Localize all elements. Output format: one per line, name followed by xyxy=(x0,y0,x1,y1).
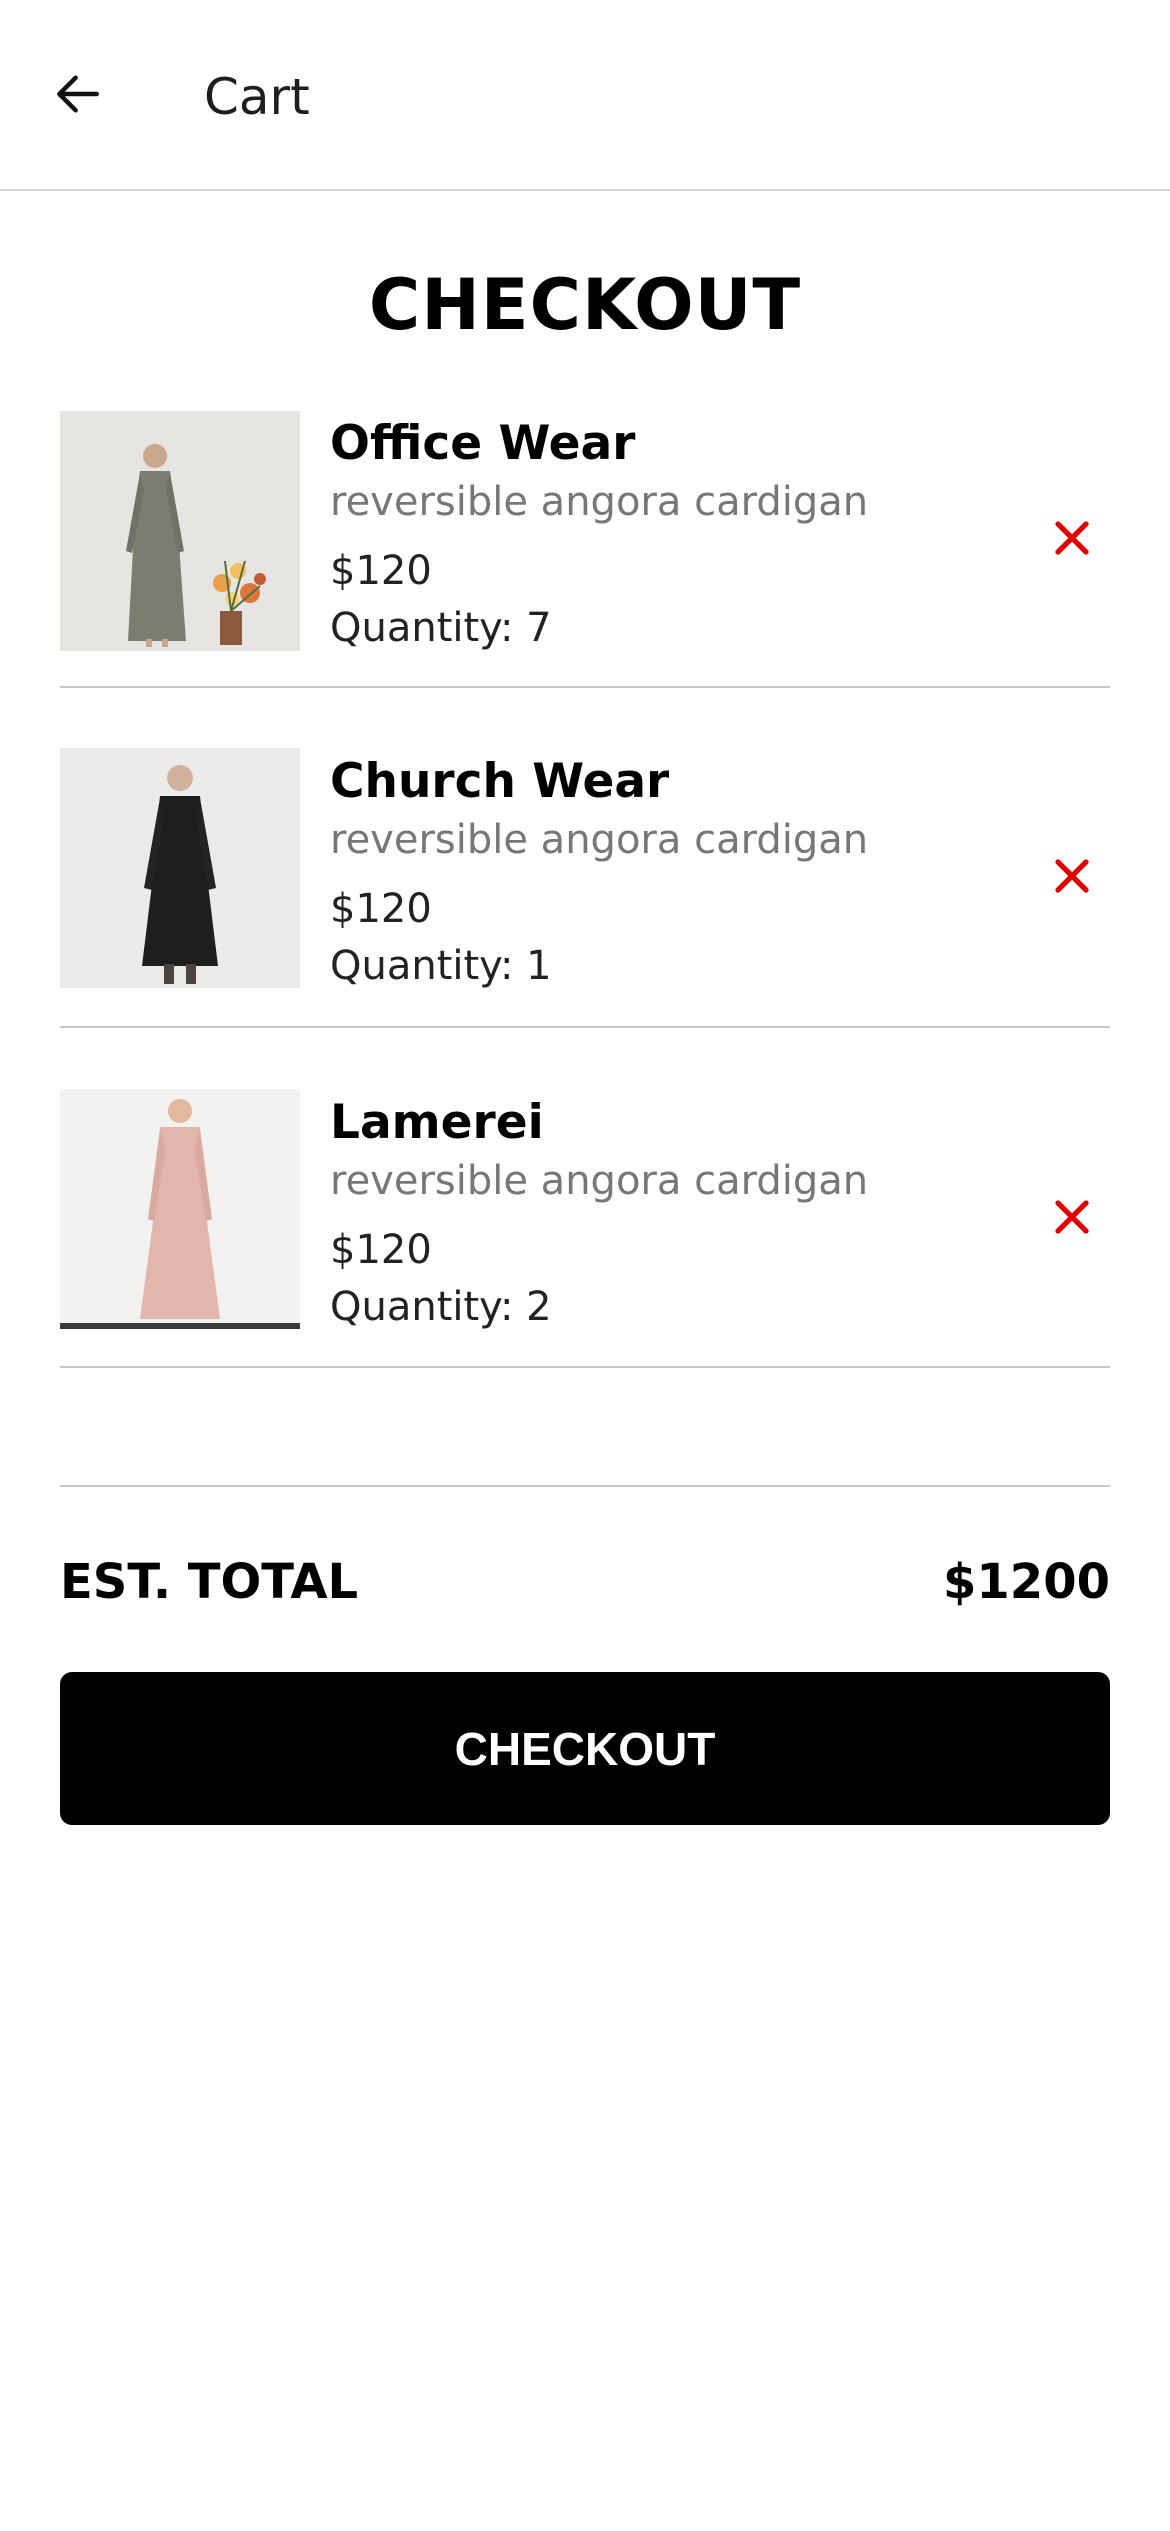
product-image[interactable] xyxy=(60,1089,300,1329)
product-image[interactable] xyxy=(60,411,300,651)
app-bar: Cart xyxy=(0,0,1170,191)
item-quantity: Quantity: 1 xyxy=(330,943,552,989)
back-button[interactable] xyxy=(44,60,112,128)
divider xyxy=(60,1485,1110,1487)
arrow-left-icon xyxy=(57,75,99,113)
cart-list: Office Wear reversible angora cardigan $… xyxy=(60,410,1110,1368)
item-name: Church Wear xyxy=(330,754,670,809)
close-icon xyxy=(1055,1200,1089,1234)
page-title: CHECKOUT xyxy=(368,264,802,346)
item-quantity: Quantity: 7 xyxy=(330,605,552,651)
remove-item-button[interactable] xyxy=(1044,1189,1100,1245)
item-price: $120 xyxy=(330,548,432,594)
cart-item: Church Wear reversible angora cardigan $… xyxy=(60,688,1110,1028)
remove-item-button[interactable] xyxy=(1044,848,1100,904)
item-price: $120 xyxy=(330,1227,432,1273)
product-image[interactable] xyxy=(60,748,300,988)
total-label: EST. TOTAL xyxy=(60,1554,359,1610)
cart-item: Lamerei reversible angora cardigan $120 … xyxy=(60,1028,1110,1368)
item-description: reversible angora cardigan xyxy=(330,479,869,525)
close-icon xyxy=(1055,859,1089,893)
checkout-button[interactable]: CHECKOUT xyxy=(60,1672,1110,1825)
item-name: Office Wear xyxy=(330,416,636,471)
item-quantity: Quantity: 2 xyxy=(330,1284,552,1330)
close-icon xyxy=(1055,521,1089,555)
item-description: reversible angora cardigan xyxy=(330,1158,869,1204)
total-row: EST. TOTAL $1200 xyxy=(60,1550,1110,1614)
item-info: Lamerei reversible angora cardigan $120 … xyxy=(330,1089,970,1335)
item-info: Church Wear reversible angora cardigan $… xyxy=(330,748,970,994)
cart-item: Office Wear reversible angora cardigan $… xyxy=(60,410,1110,688)
remove-item-button[interactable] xyxy=(1044,510,1100,566)
item-name: Lamerei xyxy=(330,1095,544,1150)
item-price: $120 xyxy=(330,886,432,932)
total-value: $1200 xyxy=(943,1554,1110,1610)
item-info: Office Wear reversible angora cardigan $… xyxy=(330,410,970,656)
item-description: reversible angora cardigan xyxy=(330,817,869,863)
app-bar-title: Cart xyxy=(204,68,310,126)
